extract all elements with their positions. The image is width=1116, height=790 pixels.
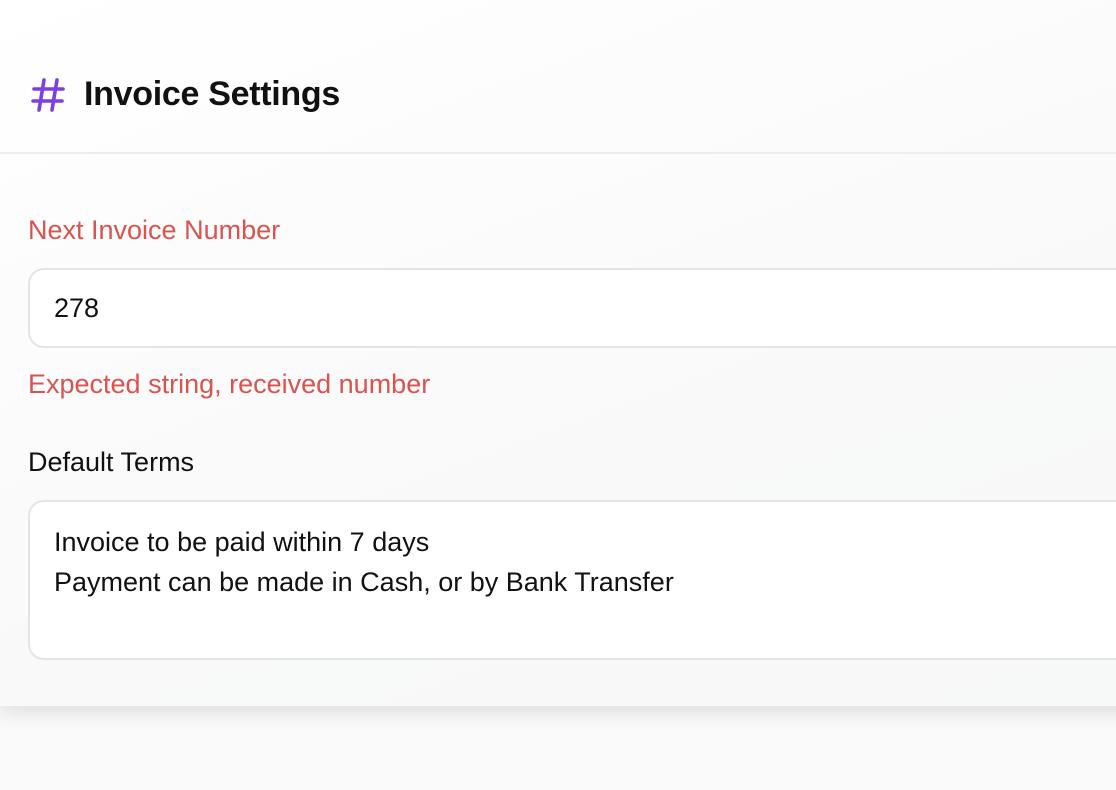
next-invoice-number-error: Expected string, received number [28,369,431,399]
default-terms-label: Default Terms [28,447,195,477]
next-invoice-number-input[interactable] [28,268,1116,348]
card-header: Invoice Settings [0,0,1116,154]
hash-icon [30,76,66,114]
next-invoice-number-label: Next Invoice Number [28,215,281,245]
default-terms-textarea[interactable] [28,500,1116,660]
page-title: Invoice Settings [84,75,340,113]
invoice-settings-card: Invoice Settings Next Invoice Number Exp… [0,0,1116,706]
